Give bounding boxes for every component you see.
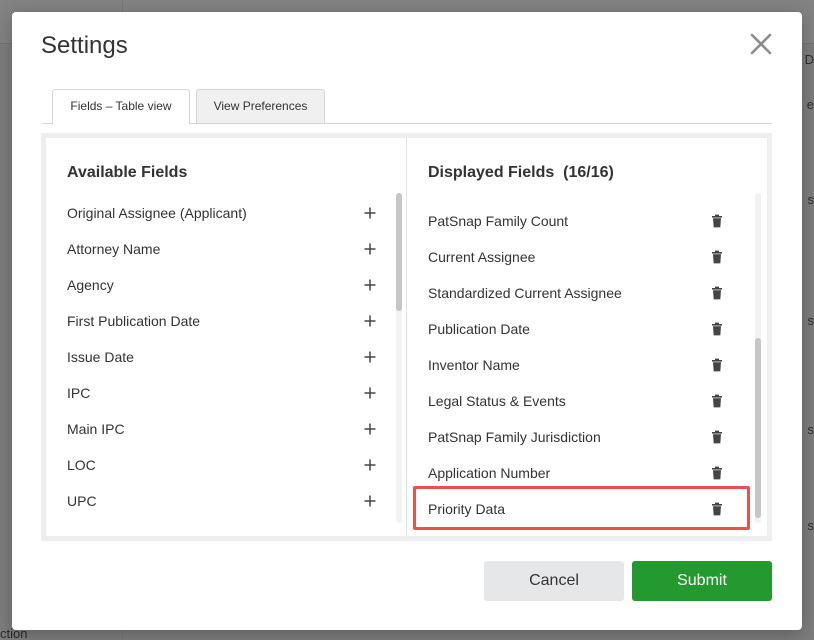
field-label: Agency: [67, 277, 114, 293]
panel-divider: [406, 138, 407, 536]
field-label: Priority Data: [428, 501, 505, 517]
dialog-title: Settings: [41, 32, 128, 60]
displayed-field-item: Application Number: [428, 455, 738, 491]
field-label: UPC: [67, 493, 97, 509]
available-field-item: Main IPC: [67, 411, 377, 447]
background-text: s: [808, 313, 814, 328]
scrollbar-thumb[interactable]: [396, 193, 402, 311]
field-label: First Publication Date: [67, 313, 200, 329]
available-field-item: Agency: [67, 267, 377, 303]
field-label: Issue Date: [67, 349, 134, 365]
background-text: e: [807, 97, 814, 112]
trash-icon[interactable]: [710, 214, 724, 228]
submit-button[interactable]: Submit: [632, 561, 772, 601]
tab-bar: Fields – Table view View Preferences: [42, 89, 772, 124]
field-label: Attorney Name: [67, 241, 160, 257]
add-field-icon[interactable]: [363, 206, 377, 220]
field-label: Current Assignee: [428, 249, 535, 265]
tab-view-preferences[interactable]: View Preferences: [196, 89, 325, 124]
available-field-item: Attorney Name: [67, 231, 377, 267]
field-label: IPC: [67, 385, 90, 401]
trash-icon[interactable]: [710, 358, 724, 372]
displayed-field-item: Priority Data: [428, 491, 738, 527]
field-label: Application Number: [428, 465, 550, 481]
field-label: Original Assignee (Applicant): [67, 205, 247, 221]
displayed-fields-title: Displayed Fields (16/16): [428, 164, 614, 182]
displayed-field-item: Publication Date: [428, 311, 738, 347]
cancel-button[interactable]: Cancel: [484, 561, 624, 601]
trash-icon[interactable]: [710, 250, 724, 264]
available-field-item: Original Assignee (Applicant): [67, 195, 377, 231]
field-label: LOC: [67, 457, 96, 473]
add-field-icon[interactable]: [363, 242, 377, 256]
displayed-fields-list: PatSnap Family Count Current Assignee Stan…: [428, 203, 738, 533]
add-field-icon[interactable]: [363, 386, 377, 400]
available-fields-title: Available Fields: [67, 164, 187, 182]
field-label: Standardized Current Assignee: [428, 285, 622, 301]
trash-icon[interactable]: [710, 286, 724, 300]
trash-icon[interactable]: [710, 430, 724, 444]
field-label: Legal Status & Events: [428, 393, 566, 409]
displayed-fields-label: Displayed Fields: [428, 164, 554, 181]
add-field-icon[interactable]: [363, 350, 377, 364]
available-field-item: First Publication Date: [67, 303, 377, 339]
add-field-icon[interactable]: [363, 458, 377, 472]
available-field-item: Issue Date: [67, 339, 377, 375]
displayed-fields-count: (16/16): [563, 164, 614, 181]
field-label: Inventor Name: [428, 357, 520, 373]
displayed-fields-scrollbar[interactable]: [755, 193, 761, 523]
trash-icon[interactable]: [710, 322, 724, 336]
displayed-field-item: Standardized Current Assignee: [428, 275, 738, 311]
trash-icon[interactable]: [710, 394, 724, 408]
displayed-field-item: Legal Status & Events: [428, 383, 738, 419]
settings-dialog: Settings Fields – Table view View Prefer…: [12, 12, 802, 630]
field-label: PatSnap Family Jurisdiction: [428, 429, 601, 445]
trash-icon[interactable]: [710, 502, 724, 516]
displayed-field-item: PatSnap Family Count: [428, 203, 738, 239]
background-text: s: [808, 192, 814, 207]
trash-icon[interactable]: [710, 466, 724, 480]
background-text: s: [808, 422, 814, 437]
available-fields-list: Original Assignee (Applicant) Attorney Na…: [67, 195, 377, 520]
scrollbar-thumb[interactable]: [755, 338, 761, 518]
field-label: PatSnap Family Count: [428, 213, 568, 229]
displayed-field-item: Current Assignee: [428, 239, 738, 275]
field-label: Main IPC: [67, 421, 125, 437]
available-field-item: UPC: [67, 483, 377, 519]
tab-fields-table-view[interactable]: Fields – Table view: [52, 89, 190, 125]
fields-panels: Available Fields Displayed Fields (16/16…: [41, 133, 772, 541]
displayed-field-item: PatSnap Family Jurisdiction: [428, 419, 738, 455]
add-field-icon[interactable]: [363, 314, 377, 328]
close-icon: [747, 30, 775, 58]
available-field-item: IPC: [67, 375, 377, 411]
displayed-field-item: Inventor Name: [428, 347, 738, 383]
background-text: s: [808, 518, 814, 533]
add-field-icon[interactable]: [363, 278, 377, 292]
field-label: Publication Date: [428, 321, 530, 337]
close-button[interactable]: [747, 30, 775, 58]
add-field-icon[interactable]: [363, 494, 377, 508]
available-field-item: LOC: [67, 447, 377, 483]
add-field-icon[interactable]: [363, 422, 377, 436]
available-fields-scrollbar[interactable]: [396, 193, 402, 523]
